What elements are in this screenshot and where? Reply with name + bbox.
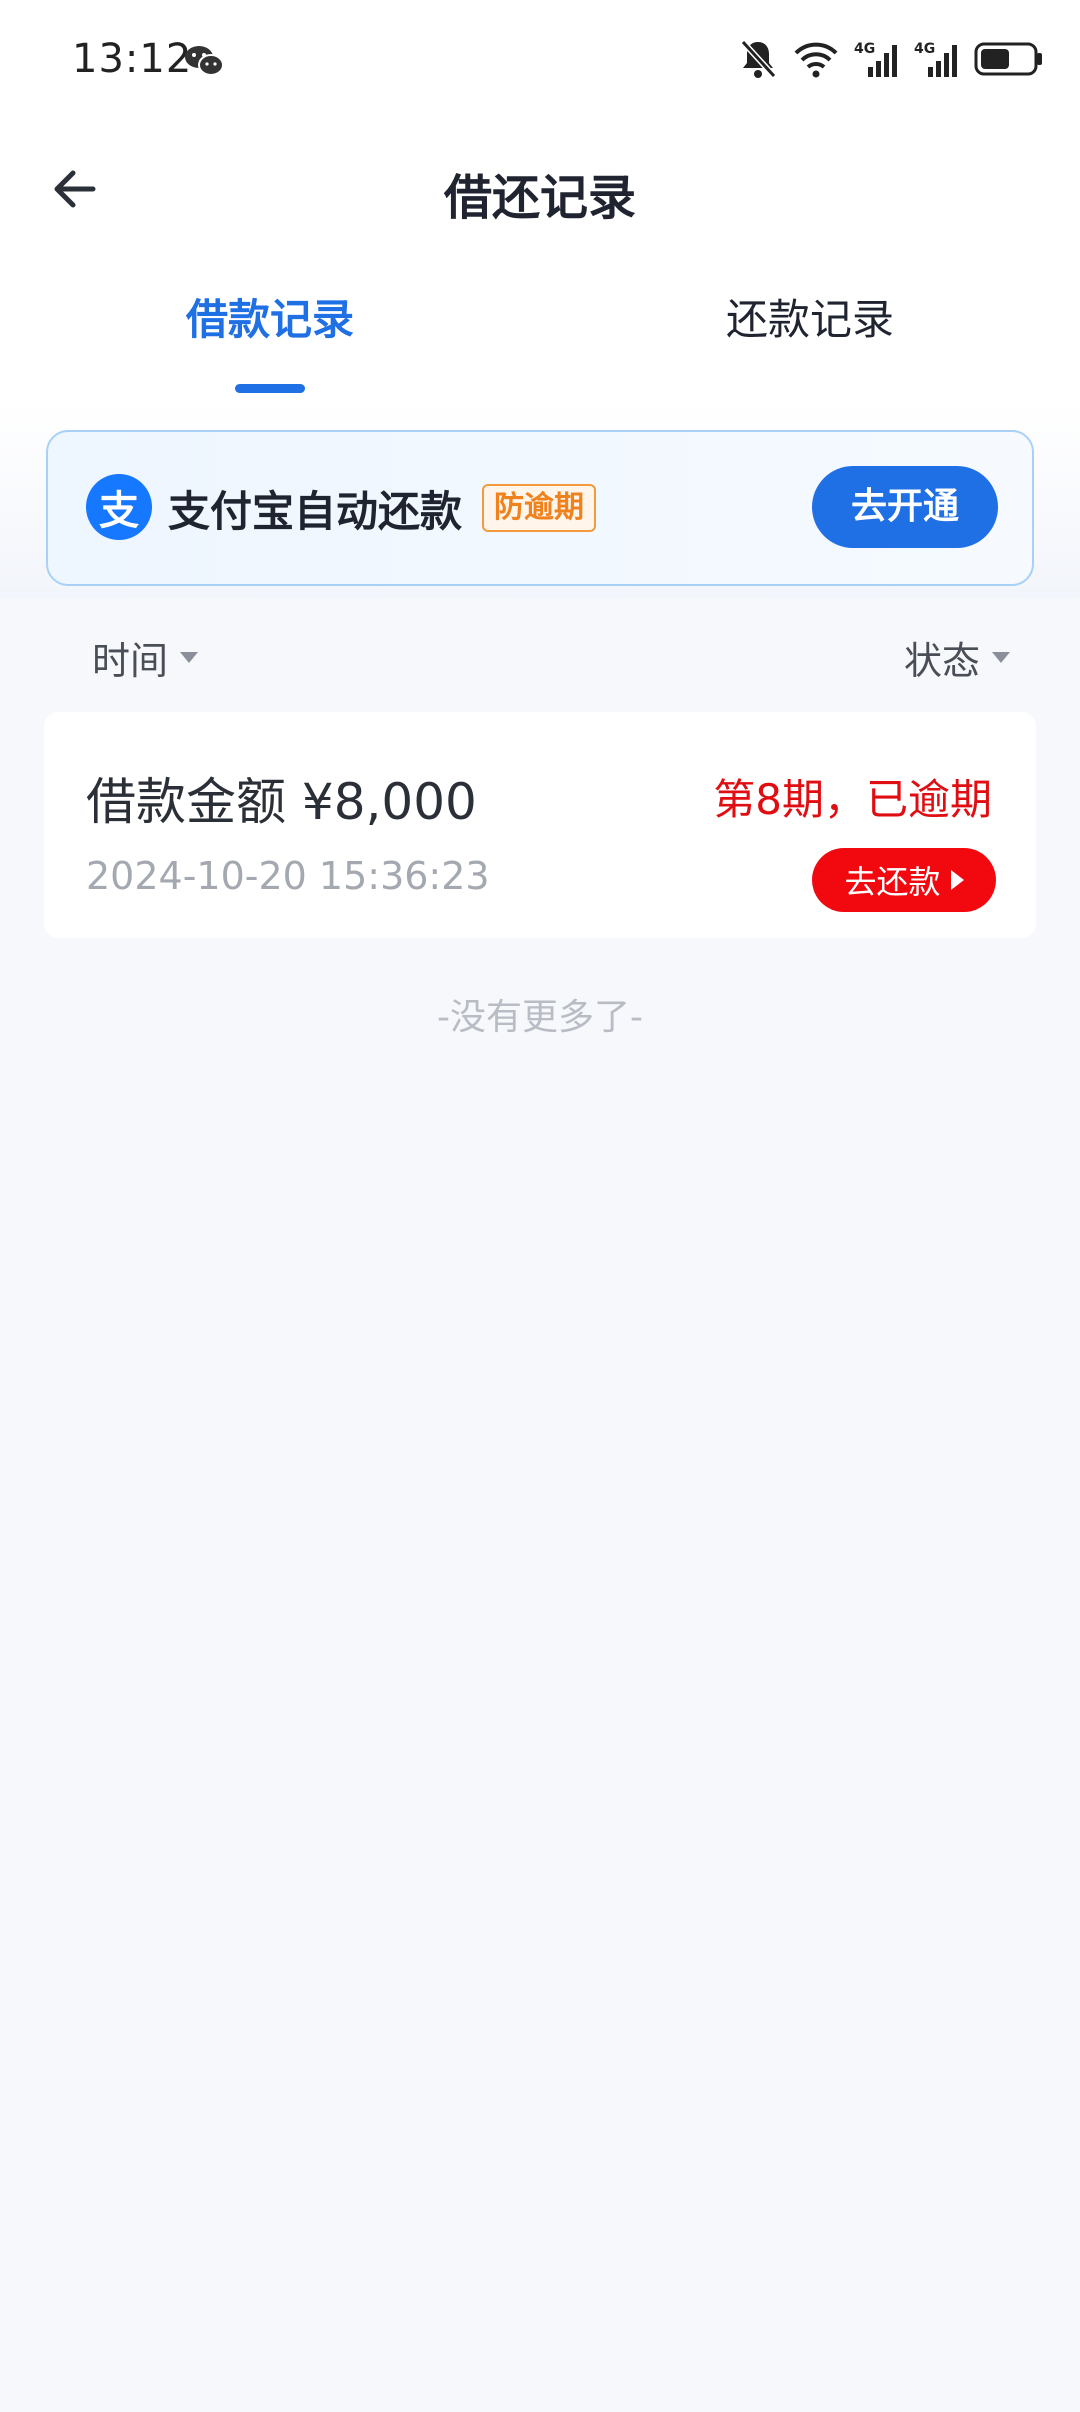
status-bar: 13:12 4G 4G [0, 0, 1080, 130]
banner-text: 支付宝自动还款 [168, 487, 463, 536]
wechat-icon [185, 46, 224, 76]
signal-4g-icon: 4G [914, 41, 957, 77]
status-time: 13:12 [72, 36, 193, 82]
signal-4g-icon: 4G [854, 41, 897, 77]
page: 13:12 4G 4G 借还记录 借款记录 还款记录 支 支付宝自动还款 防逾期… [0, 0, 1080, 2412]
status-filter[interactable]: 状态 [904, 630, 1010, 685]
nav-header: 借还记录 [0, 130, 1080, 250]
status-icons: 4G 4G [738, 38, 1044, 80]
tab-bar: 借款记录 还款记录 [0, 250, 1080, 400]
loan-amount: 借款金额 ¥8,000 [86, 773, 477, 831]
play-arrow-icon [950, 870, 964, 890]
tab-indicator [235, 384, 305, 393]
repay-button-label: 去还款 [844, 863, 941, 901]
loan-record-card[interactable]: 借款金额 ¥8,000 2024-10-20 15:36:23 第8期，已逾期 … [44, 712, 1036, 938]
alipay-icon: 支 [86, 474, 152, 540]
caret-down-icon [992, 652, 1010, 663]
page-title: 借还记录 [443, 170, 636, 226]
overdue-status: 第8期，已逾期 [713, 775, 992, 824]
alipay-autopay-banner[interactable]: 支 支付宝自动还款 防逾期 去开通 [46, 430, 1034, 586]
svg-text:4G: 4G [854, 41, 875, 57]
time-filter[interactable]: 时间 [92, 630, 199, 685]
tab-repay-records[interactable]: 还款记录 [540, 286, 1080, 347]
list-end-text: -没有更多了- [437, 997, 643, 1038]
loan-date: 2024-10-20 15:36:23 [86, 854, 490, 898]
caret-down-icon [180, 652, 199, 663]
repay-button[interactable]: 去还款 [812, 848, 996, 912]
battery-icon [974, 42, 1042, 76]
wifi-icon [794, 42, 838, 78]
bell-muted-icon [740, 39, 777, 79]
overdue-protection-tag: 防逾期 [482, 484, 596, 532]
activate-button[interactable]: 去开通 [812, 466, 998, 548]
svg-text:4G: 4G [914, 41, 935, 57]
time-filter-label: 时间 [92, 639, 169, 683]
tab-borrow-records[interactable]: 借款记录 [0, 286, 540, 347]
status-filter-label: 状态 [903, 639, 980, 683]
